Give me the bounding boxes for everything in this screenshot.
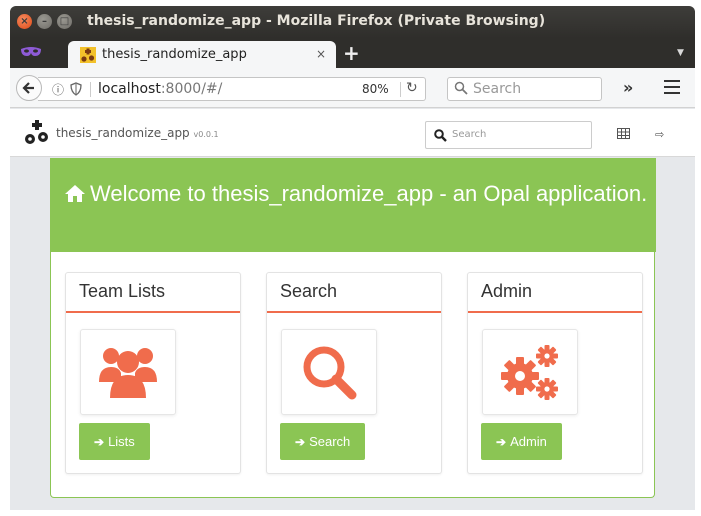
cogs-icon xyxy=(501,345,558,400)
magnifier-icon xyxy=(454,81,468,95)
arrow-right-icon: ➔ xyxy=(496,434,507,449)
main-content: Welcome to thesis_randomize_app - an Opa… xyxy=(10,158,695,510)
arrow-right-icon: ➔ xyxy=(295,434,306,449)
lists-button[interactable]: ➔ Lists xyxy=(79,423,150,460)
window-minimize-button[interactable]: – xyxy=(37,14,52,29)
team-lists-card: Team Lists ➔ Lists xyxy=(65,272,241,474)
address-bar[interactable]: ⓘ localhost:8000/#/ 80% ↻ xyxy=(38,77,426,101)
private-browsing-mask-icon xyxy=(21,47,41,56)
table-grid-icon[interactable] xyxy=(617,128,630,139)
tab-label: thesis_randomize_app xyxy=(102,47,247,62)
app-version: v0.0.1 xyxy=(193,130,219,139)
search-card: Search ➔ Search xyxy=(266,272,442,474)
home-icon xyxy=(65,185,85,202)
reload-separator xyxy=(400,82,401,97)
toolbar-overflow-button[interactable]: » xyxy=(623,78,633,97)
app-search-placeholder: Search xyxy=(452,129,487,140)
welcome-text: Welcome to thesis_randomize_app - an Opa… xyxy=(90,181,648,206)
back-arrow-icon xyxy=(22,82,34,94)
search-icon xyxy=(434,129,447,142)
window-close-button[interactable]: × xyxy=(17,14,32,29)
admin-card: Admin ➔ Admin xyxy=(467,272,643,474)
window-title: thesis_randomize_app - Mozilla Firefox (… xyxy=(87,13,546,29)
tab-strip: thesis_randomize_app × + ▼ xyxy=(10,38,695,68)
users-icon-tile[interactable] xyxy=(80,329,176,415)
users-icon xyxy=(99,348,157,398)
lists-button-label: Lists xyxy=(108,434,135,449)
tab-close-button[interactable]: × xyxy=(316,47,326,61)
card-title-search: Search xyxy=(267,273,441,313)
url-path: :8000/#/ xyxy=(160,81,223,97)
logout-icon[interactable]: ⇨ xyxy=(655,128,664,141)
reload-icon[interactable]: ↻ xyxy=(406,80,418,96)
welcome-banner: Welcome to thesis_randomize_app - an Opa… xyxy=(51,158,656,252)
cogs-icon-tile[interactable] xyxy=(482,329,578,415)
title-bar: × – □ thesis_randomize_app - Mozilla Fir… xyxy=(10,6,695,38)
app-brand[interactable]: thesis_randomize_app v0.0.1 xyxy=(56,126,219,140)
new-tab-button[interactable]: + xyxy=(343,41,360,65)
window-maximize-button[interactable]: □ xyxy=(57,14,72,29)
admin-button-label: Admin xyxy=(510,434,547,449)
tab-thesis-randomize-app[interactable]: thesis_randomize_app × xyxy=(68,41,336,68)
info-icon[interactable]: ⓘ xyxy=(52,81,64,98)
navigation-bar: ⓘ localhost:8000/#/ 80% ↻ Search » xyxy=(10,68,695,108)
zoom-level[interactable]: 80% xyxy=(362,82,389,96)
tab-list-dropdown-icon[interactable]: ▼ xyxy=(677,48,684,58)
app-header: thesis_randomize_app v0.0.1 Search ⇨ xyxy=(10,109,695,157)
app-name: thesis_randomize_app xyxy=(56,126,190,140)
url-separator xyxy=(90,82,91,97)
arrow-right-icon: ➔ xyxy=(94,434,105,449)
admin-button[interactable]: ➔ Admin xyxy=(481,423,562,460)
search-icon-tile[interactable] xyxy=(281,329,377,415)
card-title-admin: Admin xyxy=(468,273,642,313)
browser-search-field[interactable]: Search xyxy=(447,77,602,101)
tracking-shield-icon[interactable] xyxy=(70,82,82,96)
hamburger-menu-icon[interactable] xyxy=(664,80,680,94)
app-search-input[interactable]: Search xyxy=(425,121,592,149)
url-host: localhost xyxy=(98,81,161,97)
opal-favicon-icon xyxy=(80,47,96,63)
url-text[interactable]: localhost:8000/#/ xyxy=(98,81,222,97)
card-title-team-lists: Team Lists xyxy=(66,273,240,313)
opal-logo-icon[interactable] xyxy=(24,120,50,146)
back-button[interactable] xyxy=(16,75,42,101)
search-button[interactable]: ➔ Search xyxy=(280,423,366,460)
search-icon xyxy=(303,346,357,400)
browser-window: × – □ thesis_randomize_app - Mozilla Fir… xyxy=(10,6,695,510)
welcome-panel: Welcome to thesis_randomize_app - an Opa… xyxy=(50,158,656,498)
browser-search-placeholder: Search xyxy=(473,81,522,97)
search-button-label: Search xyxy=(309,434,351,449)
